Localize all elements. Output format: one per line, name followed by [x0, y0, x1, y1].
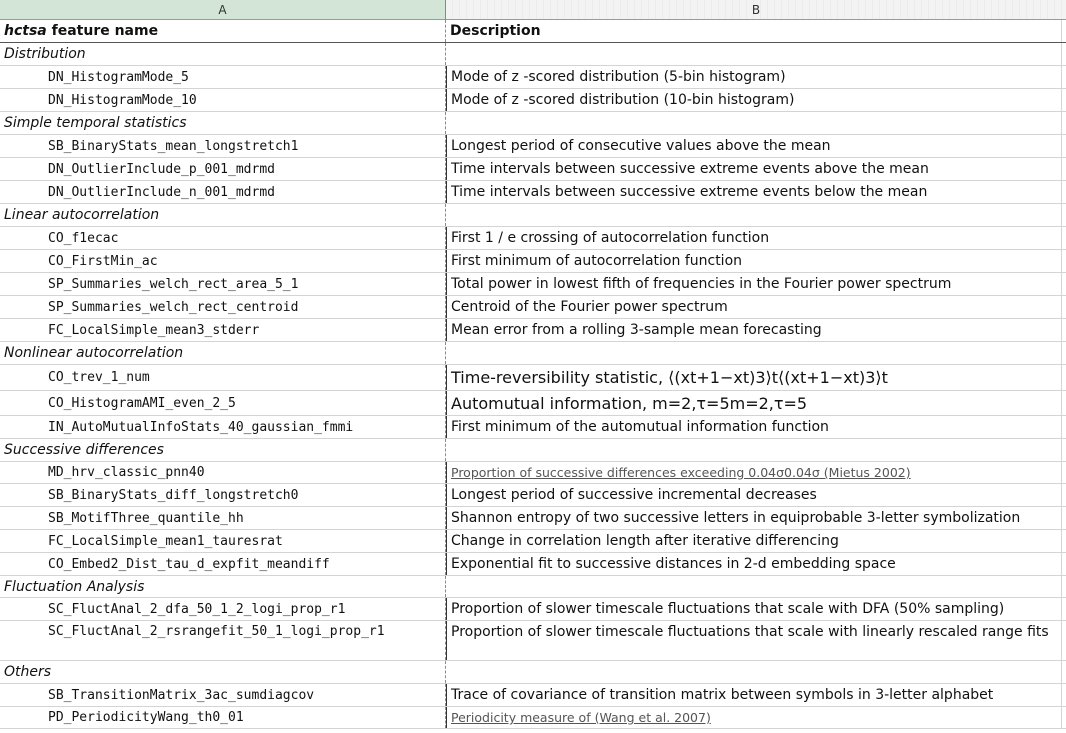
description-cell[interactable]: Time intervals between successive extrem… — [446, 158, 1062, 180]
feature-name-cell[interactable]: SB_MotifThree_quantile_hh — [0, 507, 446, 529]
description-cell[interactable]: Mode of z -scored distribution (5-bin hi… — [446, 66, 1062, 88]
feature-name-cell[interactable]: IN_AutoMutualInfoStats_40_gaussian_fmmi — [0, 416, 446, 438]
section-name-cell[interactable]: Simple temporal statistics — [0, 112, 446, 134]
description-cell[interactable] — [446, 204, 1062, 226]
header-row: hctsa feature name Description — [0, 20, 1066, 43]
hctsa-label: hctsa — [4, 23, 47, 39]
description-cell[interactable] — [446, 112, 1062, 134]
feature-name-cell[interactable]: SB_BinaryStats_diff_longstretch0 — [0, 484, 446, 506]
feature-name-cell[interactable]: MD_hrv_classic_pnn40 — [0, 462, 446, 483]
table-row: SB_BinaryStats_mean_longstretch1 Longest … — [0, 135, 1066, 158]
feature-name-cell[interactable]: FC_LocalSimple_mean3_stderr — [0, 319, 446, 341]
section-row: Others — [0, 661, 1066, 684]
description-cell[interactable]: Proportion of successive differences exc… — [446, 462, 1062, 483]
description-cell[interactable]: Time intervals between successive extrem… — [446, 181, 1062, 203]
table-row: SB_BinaryStats_diff_longstretch0 Longest … — [0, 484, 1066, 507]
feature-name-cell[interactable]: CO_Embed2_Dist_tau_d_expfit_meandiff — [0, 553, 446, 575]
description-cell[interactable]: Mode of z -scored distribution (10-bin h… — [446, 89, 1062, 111]
table-row: FC_LocalSimple_mean3_stderr Mean error fr… — [0, 319, 1066, 342]
table-row: CO_FirstMin_ac First minimum of autocorre… — [0, 250, 1066, 273]
feature-name-cell[interactable]: CO_HistogramAMI_even_2_5 — [0, 391, 446, 415]
description-cell[interactable]: Proportion of slower timescale fluctuati… — [446, 621, 1062, 660]
section-row: Distribution — [0, 43, 1066, 66]
feature-name-header-cell[interactable]: hctsa feature name — [0, 20, 446, 42]
feature-name-cell[interactable]: CO_FirstMin_ac — [0, 250, 446, 272]
section-name-cell[interactable]: Others — [0, 661, 446, 683]
table-row: MD_hrv_classic_pnn40 Proportion of succes… — [0, 462, 1066, 484]
feature-name-cell[interactable]: SC_FluctAnal_2_dfa_50_1_2_logi_prop_r1 — [0, 598, 446, 620]
feature-name-cell[interactable]: DN_OutlierInclude_n_001_mdrmd — [0, 181, 446, 203]
description-cell[interactable] — [446, 439, 1062, 461]
description-cell[interactable]: Automutual information, m=2,τ=5m=2,τ=5 — [446, 391, 1062, 415]
feature-name-label: feature name — [46, 23, 159, 39]
section-row: Nonlinear autocorrelation — [0, 342, 1066, 365]
description-cell[interactable]: Exponential fit to successive distances … — [446, 553, 1062, 575]
table-row: DN_HistogramMode_5 Mode of z -scored dist… — [0, 66, 1066, 89]
table-row: SP_Summaries_welch_rect_centroid Centroid… — [0, 296, 1066, 319]
section-name-cell[interactable]: Successive differences — [0, 439, 446, 461]
table-row: DN_HistogramMode_10 Mode of z -scored dis… — [0, 89, 1066, 112]
description-cell[interactable]: Longest period of successive incremental… — [446, 484, 1062, 506]
description-header-cell[interactable]: Description — [446, 20, 1062, 42]
feature-name-cell[interactable]: CO_f1ecac — [0, 227, 446, 249]
feature-name-cell[interactable]: SB_TransitionMatrix_3ac_sumdiagcov — [0, 684, 446, 706]
description-cell[interactable]: First minimum of the automutual informat… — [446, 416, 1062, 438]
table-row: IN_AutoMutualInfoStats_40_gaussian_fmmi F… — [0, 416, 1066, 439]
column-letter-b: B — [751, 2, 761, 17]
description-cell[interactable]: Mean error from a rolling 3-sample mean … — [446, 319, 1062, 341]
table-row: CO_Embed2_Dist_tau_d_expfit_meandiff Expo… — [0, 553, 1066, 576]
description-cell[interactable] — [446, 576, 1062, 597]
section-row: Successive differences — [0, 439, 1066, 462]
description-cell[interactable]: Longest period of consecutive values abo… — [446, 135, 1062, 157]
section-name-cell[interactable]: Fluctuation Analysis — [0, 576, 446, 597]
feature-name-cell[interactable]: SC_FluctAnal_2_rsrangefit_50_1_logi_prop… — [0, 621, 446, 660]
table-row: DN_OutlierInclude_p_001_mdrmd Time interv… — [0, 158, 1066, 181]
table-row: SC_FluctAnal_2_rsrangefit_50_1_logi_prop… — [0, 621, 1066, 661]
table-row: PD_PeriodicityWang_th0_01 Periodicity mea… — [0, 707, 1066, 729]
description-cell[interactable] — [446, 43, 1062, 65]
feature-name-cell[interactable]: CO_trev_1_num — [0, 365, 446, 390]
column-header-a[interactable]: A — [0, 0, 446, 20]
table-row: SB_TransitionMatrix_3ac_sumdiagcov Trace … — [0, 684, 1066, 707]
feature-name-cell[interactable]: SB_BinaryStats_mean_longstretch1 — [0, 135, 446, 157]
table-row: DN_OutlierInclude_n_001_mdrmd Time interv… — [0, 181, 1066, 204]
feature-name-cell[interactable]: FC_LocalSimple_mean1_tauresrat — [0, 530, 446, 552]
description-cell[interactable] — [446, 661, 1062, 683]
feature-name-cell[interactable]: DN_HistogramMode_10 — [0, 89, 446, 111]
column-letter-a: A — [218, 2, 227, 17]
table-row: FC_LocalSimple_mean1_tauresrat Change in … — [0, 530, 1066, 553]
section-name-cell[interactable]: Nonlinear autocorrelation — [0, 342, 446, 364]
table-row: SP_Summaries_welch_rect_area_5_1 Total po… — [0, 273, 1066, 296]
section-row: Linear autocorrelation — [0, 204, 1066, 227]
feature-name-cell[interactable]: DN_OutlierInclude_p_001_mdrmd — [0, 158, 446, 180]
section-name-cell[interactable]: Distribution — [0, 43, 446, 65]
table-row: CO_trev_1_num Time-reversibility statisti… — [0, 365, 1066, 391]
description-cell[interactable]: Total power in lowest fifth of frequenci… — [446, 273, 1062, 295]
column-header-b[interactable]: B — [446, 0, 1066, 20]
section-name-cell[interactable]: Linear autocorrelation — [0, 204, 446, 226]
description-cell[interactable]: Shannon entropy of two successive letter… — [446, 507, 1062, 529]
description-cell[interactable]: First 1 / e crossing of autocorrelation … — [446, 227, 1062, 249]
section-row: Simple temporal statistics — [0, 112, 1066, 135]
table-row: CO_f1ecac First 1 / e crossing of autocor… — [0, 227, 1066, 250]
section-row: Fluctuation Analysis — [0, 576, 1066, 598]
description-cell[interactable] — [446, 342, 1062, 364]
description-cell[interactable]: Centroid of the Fourier power spectrum — [446, 296, 1062, 318]
description-cell[interactable]: First minimum of autocorrelation functio… — [446, 250, 1062, 272]
description-cell[interactable]: Trace of covariance of transition matrix… — [446, 684, 1062, 706]
description-cell[interactable]: Periodicity measure of (Wang et al. 2007… — [446, 707, 1062, 728]
table-row: SC_FluctAnal_2_dfa_50_1_2_logi_prop_r1 Pr… — [0, 598, 1066, 621]
spreadsheet-grid: hctsa feature name Description Distribut… — [0, 20, 1066, 729]
table-row: SB_MotifThree_quantile_hh Shannon entropy… — [0, 507, 1066, 530]
description-cell[interactable]: Time-reversibility statistic, ⟨(xt+1−xt)… — [446, 365, 1062, 390]
feature-name-cell[interactable]: SP_Summaries_welch_rect_area_5_1 — [0, 273, 446, 295]
feature-name-cell[interactable]: DN_HistogramMode_5 — [0, 66, 446, 88]
description-cell[interactable]: Proportion of slower timescale fluctuati… — [446, 598, 1062, 620]
feature-name-cell[interactable]: SP_Summaries_welch_rect_centroid — [0, 296, 446, 318]
description-cell[interactable]: Change in correlation length after itera… — [446, 530, 1062, 552]
table-row: CO_HistogramAMI_even_2_5 Automutual infor… — [0, 391, 1066, 416]
feature-name-cell[interactable]: PD_PeriodicityWang_th0_01 — [0, 707, 446, 728]
